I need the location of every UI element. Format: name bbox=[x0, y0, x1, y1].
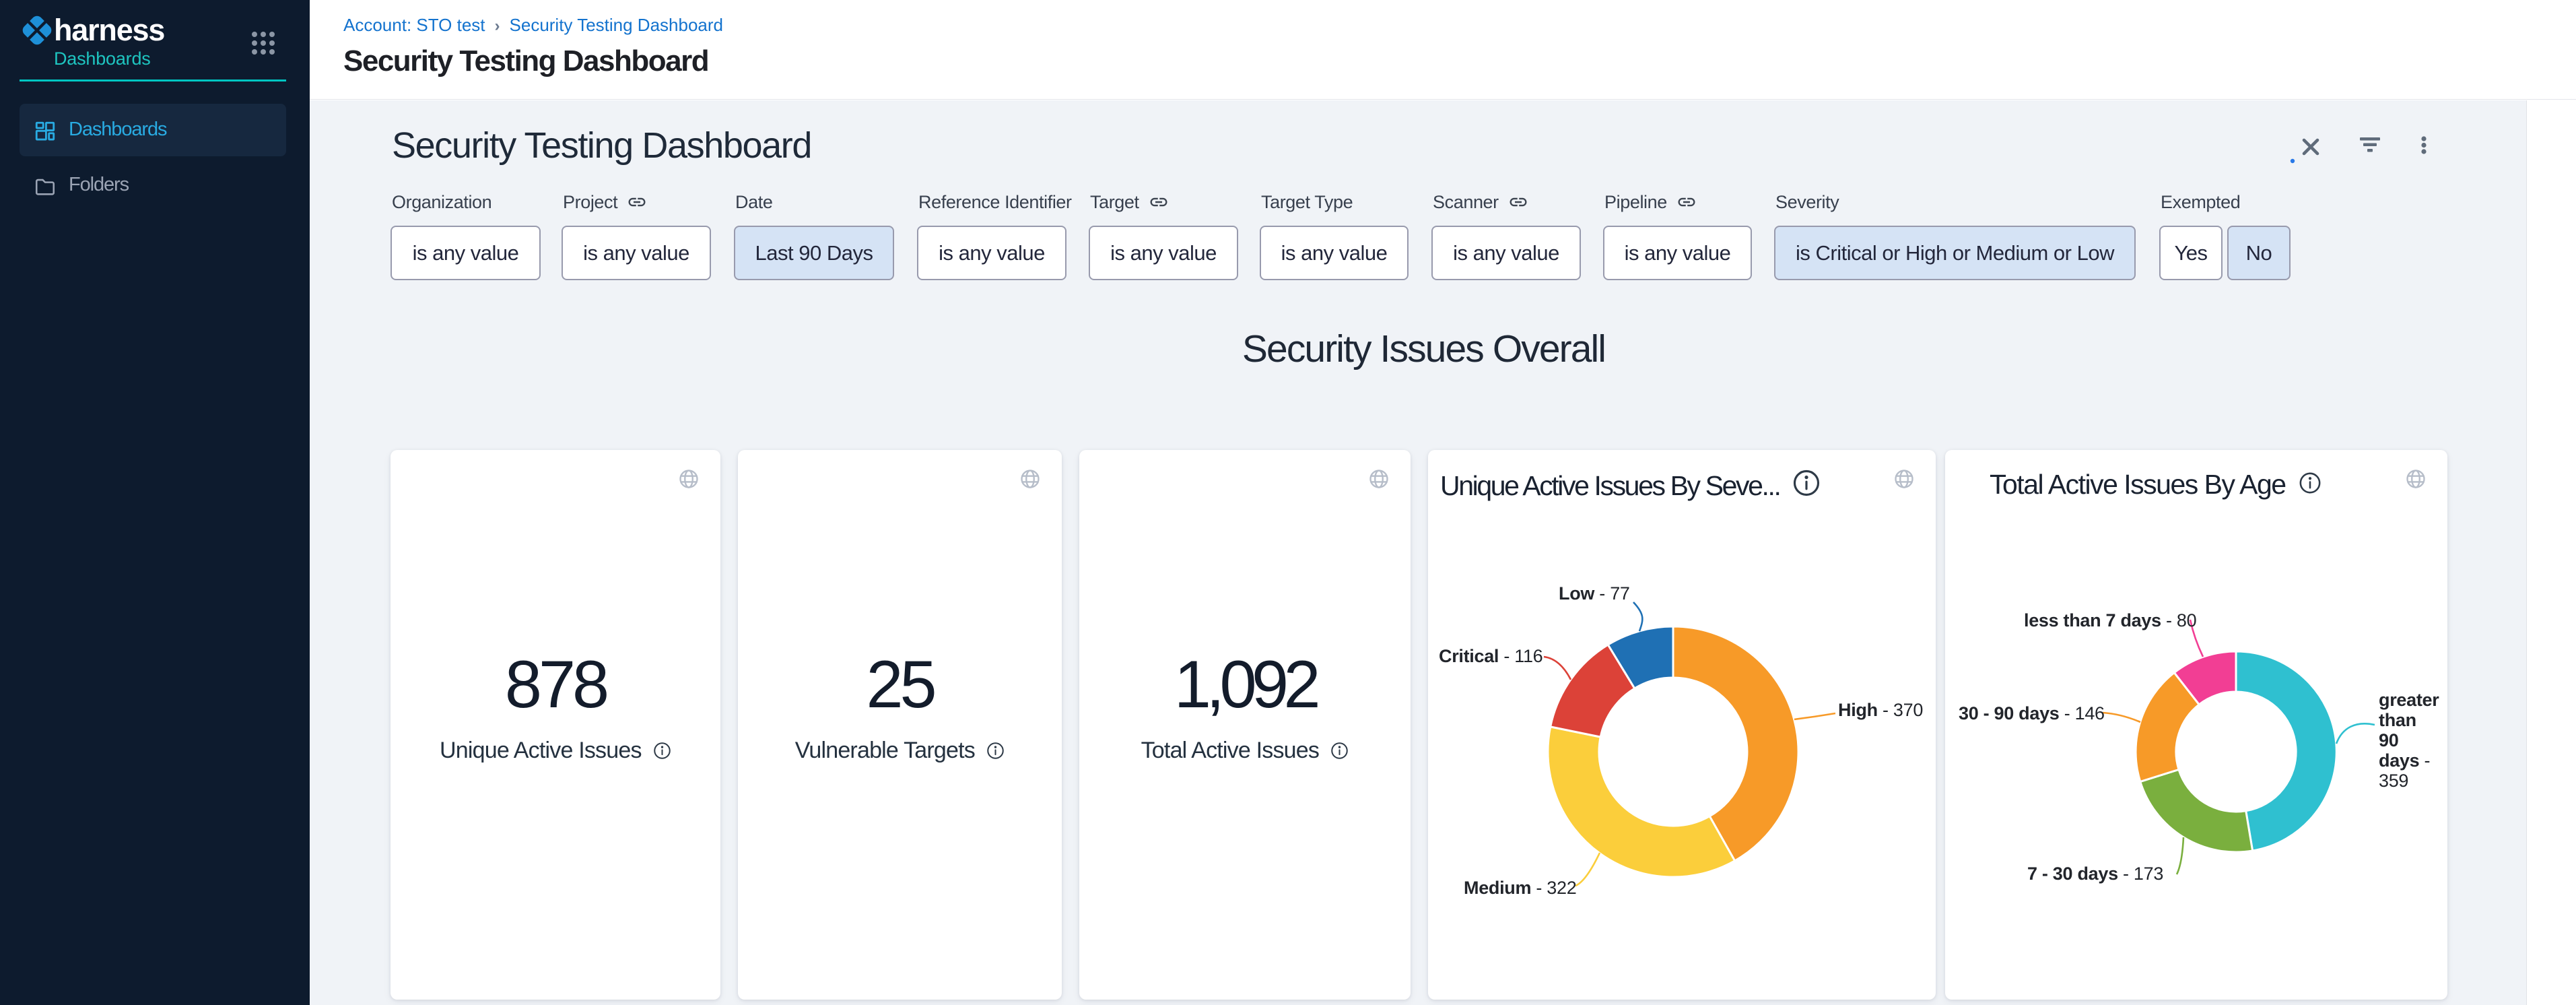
svg-text:Medium - 322: Medium - 322 bbox=[1464, 878, 1576, 898]
svg-text:Critical - 116: Critical - 116 bbox=[1439, 646, 1543, 666]
svg-text:than: than bbox=[2379, 710, 2416, 730]
svg-text:7 - 30 days - 173: 7 - 30 days - 173 bbox=[2027, 864, 2163, 884]
svg-text:30 - 90 days - 146: 30 - 90 days - 146 bbox=[1959, 703, 2105, 723]
svg-text:greater: greater bbox=[2379, 690, 2439, 710]
svg-text:days -: days - bbox=[2379, 750, 2430, 771]
svg-text:Low - 77: Low - 77 bbox=[1559, 583, 1630, 604]
svg-text:less than 7 days - 80: less than 7 days - 80 bbox=[2024, 610, 2196, 630]
svg-text:90: 90 bbox=[2379, 730, 2398, 750]
svg-text:High - 370: High - 370 bbox=[1838, 700, 1923, 720]
svg-text:359: 359 bbox=[2379, 771, 2408, 791]
